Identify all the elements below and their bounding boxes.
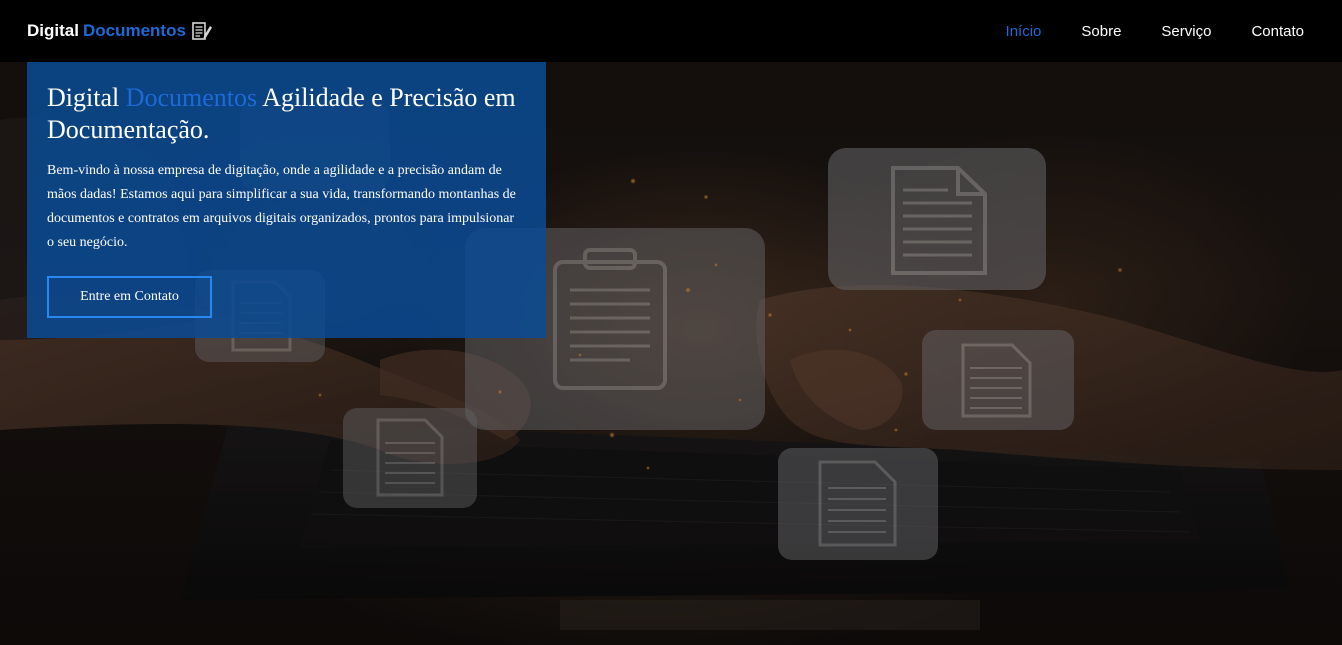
nav-link-inicio[interactable]: Início — [1006, 23, 1042, 40]
floating-doc-tile — [778, 448, 938, 560]
document-pencil-icon — [191, 21, 213, 41]
hero-title: Digital Documentos Agilidade e Precisão … — [47, 82, 517, 146]
brand-word-digital: Digital — [27, 21, 79, 40]
floating-doc-tile — [922, 330, 1074, 430]
brand-logo[interactable]: Digital Documentos — [27, 19, 213, 43]
floating-doc-tile — [343, 408, 477, 508]
hero-title-accent: Documentos — [125, 83, 258, 112]
nav-link-servico[interactable]: Serviço — [1161, 23, 1211, 40]
main-nav: Início Sobre Serviço Contato — [966, 19, 1304, 43]
nav-link-sobre[interactable]: Sobre — [1081, 23, 1121, 40]
hero-card: Digital Documentos Agilidade e Precisão … — [27, 62, 546, 338]
contact-button[interactable]: Entre em Contato — [47, 276, 212, 318]
page: Digital Documentos Início Sobre Serviço … — [0, 0, 1342, 645]
navbar: Digital Documentos Início Sobre Serviço … — [0, 0, 1342, 62]
brand-word-documentos: Documentos — [82, 21, 186, 40]
hero-title-word-digital: Digital — [47, 83, 120, 112]
nav-link-contato[interactable]: Contato — [1251, 23, 1304, 40]
hero-description: Bem-vindo à nossa empresa de digitação, … — [47, 163, 516, 250]
floating-doc-tile — [828, 148, 1046, 290]
